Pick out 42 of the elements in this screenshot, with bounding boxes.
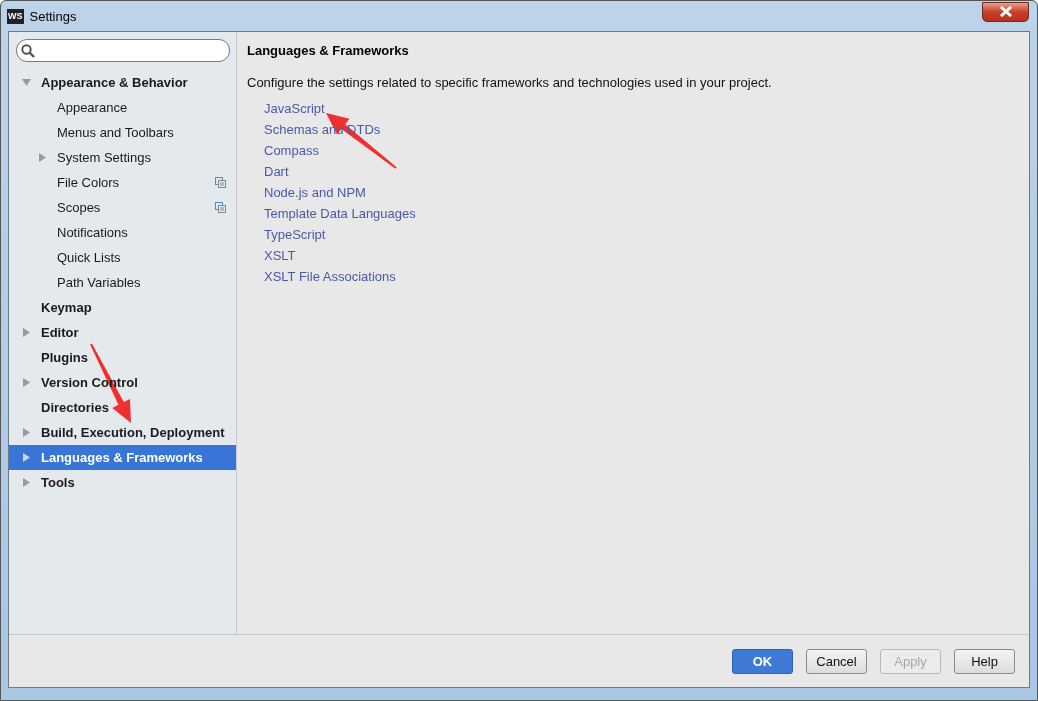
sidebar-item[interactable]: System Settings — [9, 145, 236, 170]
collapsed-arrow-icon[interactable] — [22, 328, 31, 337]
sidebar-item[interactable]: Languages & Frameworks — [9, 445, 236, 470]
sidebar-item[interactable]: Appearance & Behavior — [9, 70, 236, 95]
dialog-button[interactable]: OK — [732, 648, 793, 674]
sidebar-item[interactable]: Appearance — [9, 95, 236, 120]
sidebar-item[interactable]: Menus and Toolbars — [9, 120, 236, 145]
panel-title: Languages & Frameworks — [247, 43, 410, 58]
search-field[interactable] — [16, 39, 230, 62]
sidebar-item[interactable]: Keymap — [9, 295, 236, 320]
sidebar-item[interactable]: Editor — [9, 320, 236, 345]
sidebar-item[interactable]: Scopes — [9, 195, 236, 220]
sidebar-item[interactable]: Path Variables — [9, 270, 236, 295]
settings-link[interactable]: Template Data Languages — [264, 203, 416, 224]
description-text: Configure the settings related to specific frameworks and technologies used in your project. — [247, 75, 773, 90]
settings-link[interactable]: TypeScript — [264, 224, 326, 245]
search-icon — [21, 43, 35, 58]
close-icon — [998, 6, 1013, 17]
settings-link[interactable]: Compass — [264, 140, 319, 161]
window-title: Settings — [29, 8, 78, 24]
sidebar-item[interactable]: Build, Execution, Deployment — [9, 420, 236, 445]
sidebar-item[interactable]: Directories — [9, 395, 236, 420]
settings-link[interactable]: JavaScript — [264, 98, 325, 119]
settings-link[interactable]: Node.js and NPM — [264, 182, 366, 203]
collapsed-arrow-icon[interactable] — [22, 378, 31, 387]
close-button[interactable] — [982, 1, 1029, 22]
app-icon: WS — [7, 8, 24, 24]
sidebar-item[interactable]: Tools — [9, 470, 236, 495]
collapsed-arrow-icon[interactable] — [22, 428, 31, 437]
collapsed-arrow-icon[interactable] — [38, 153, 47, 162]
dialog-button[interactable]: Help — [954, 648, 1015, 674]
collapsed-arrow-icon[interactable] — [22, 478, 31, 487]
sidebar-item[interactable]: Quick Lists — [9, 245, 236, 270]
settings-link[interactable]: XSLT — [264, 245, 296, 266]
settings-link[interactable]: XSLT File Associations — [264, 266, 396, 287]
sidebar-item[interactable]: File Colors — [9, 170, 236, 195]
sidebar-item[interactable]: Plugins — [9, 345, 236, 370]
expanded-arrow-icon[interactable] — [22, 78, 31, 87]
settings-link[interactable]: Dart — [264, 161, 289, 182]
dialog-button[interactable]: Cancel — [806, 648, 867, 674]
sidebar-item[interactable]: Notifications — [9, 220, 236, 245]
collapsed-arrow-icon[interactable] — [22, 453, 31, 462]
